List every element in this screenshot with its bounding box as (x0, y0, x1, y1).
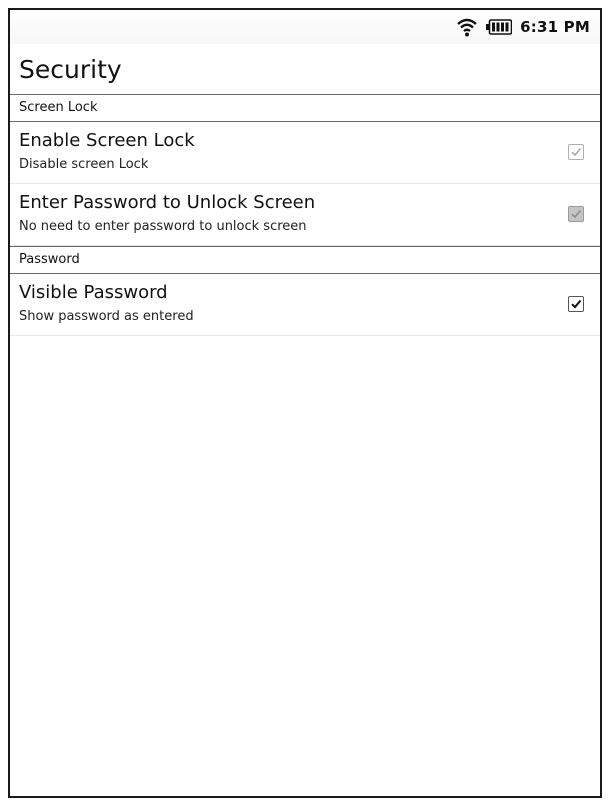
pref-enable-screen-lock[interactable]: Enable Screen Lock Disable screen Lock (10, 122, 600, 184)
pref-title: Enter Password to Unlock Screen (19, 192, 316, 213)
pref-summary: Show password as entered (19, 309, 194, 324)
wifi-icon (457, 18, 477, 37)
device-screen: 6:31 PM Security Screen Lock Enable Scre… (8, 8, 602, 798)
checkmark-icon (571, 299, 582, 309)
status-bar: 6:31 PM (10, 10, 600, 44)
section-header-password: Password (10, 246, 600, 274)
pref-visible-password[interactable]: Visible Password Show password as entere… (10, 274, 600, 336)
pref-summary: Disable screen Lock (19, 157, 149, 172)
checkmark-icon (571, 147, 582, 157)
pref-summary: No need to enter password to unlock scre… (19, 219, 307, 234)
visible-password-checkbox[interactable] (568, 296, 584, 312)
enter-password-unlock-checkbox[interactable] (568, 206, 584, 222)
status-time: 6:31 PM (520, 18, 590, 36)
pref-enter-password-unlock[interactable]: Enter Password to Unlock Screen No need … (10, 184, 600, 246)
pref-title: Visible Password (19, 282, 168, 303)
checkmark-icon (571, 209, 582, 219)
pref-title: Enable Screen Lock (19, 130, 195, 151)
battery-icon (486, 19, 513, 35)
page-title: Security (19, 55, 122, 84)
enable-screen-lock-checkbox[interactable] (568, 144, 584, 160)
section-header-screen-lock: Screen Lock (10, 94, 600, 122)
